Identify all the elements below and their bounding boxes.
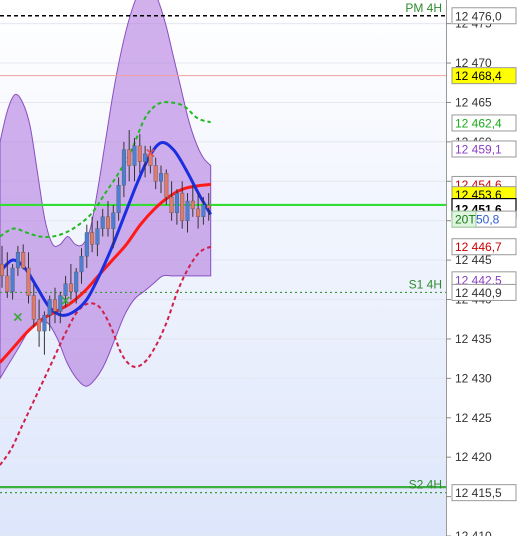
- candle-body[interactable]: [42, 315, 47, 332]
- y-tick-label: 12 410: [455, 529, 492, 536]
- candle-body[interactable]: [190, 200, 195, 210]
- signal-marker: ×: [60, 293, 72, 309]
- candle-body[interactable]: [169, 196, 174, 214]
- price-tag-label: 12 459,1: [455, 142, 502, 156]
- candle-body[interactable]: [174, 192, 179, 214]
- candle-body[interactable]: [111, 212, 116, 229]
- candle-body[interactable]: [74, 271, 79, 292]
- candle-body[interactable]: [180, 192, 185, 221]
- candle-body[interactable]: [21, 252, 26, 269]
- price-tag-label: 12 476,0: [455, 9, 502, 23]
- candle-body[interactable]: [105, 216, 110, 229]
- y-tick-label: 12 420: [455, 450, 492, 464]
- candle-body[interactable]: [31, 295, 36, 320]
- candle-body[interactable]: [79, 255, 84, 273]
- candle-body[interactable]: [164, 173, 169, 198]
- candle-body[interactable]: [26, 267, 31, 296]
- candle-body[interactable]: [0, 263, 4, 277]
- candle-body[interactable]: [121, 149, 126, 186]
- price-tag-label: 12 440,9: [455, 286, 502, 300]
- candle-body[interactable]: [95, 228, 100, 245]
- y-tick-label: 12 430: [455, 371, 492, 385]
- level-label: S2 4H: [409, 478, 442, 492]
- candle-body[interactable]: [84, 232, 89, 257]
- y-tick-label: 12 425: [455, 411, 492, 425]
- timer-badge-label: 20T: [455, 213, 476, 227]
- candle-body[interactable]: [201, 204, 206, 217]
- y-tick-label: 12 435: [455, 332, 492, 346]
- signal-marker: ×: [12, 310, 24, 326]
- candle-body[interactable]: [127, 149, 132, 166]
- candle-body[interactable]: [53, 299, 58, 312]
- price-tag-label: 12 415,5: [455, 486, 502, 500]
- candle-body[interactable]: [153, 165, 158, 182]
- candle-body[interactable]: [68, 283, 73, 292]
- signal-marker: ×: [145, 146, 157, 162]
- candle-body[interactable]: [90, 232, 95, 245]
- candle-body[interactable]: [132, 145, 137, 166]
- y-tick-label: 12 465: [455, 95, 492, 109]
- candle-body[interactable]: [10, 267, 15, 292]
- candle-body[interactable]: [100, 216, 105, 229]
- price-tag-label: 12 468,4: [455, 69, 502, 83]
- candle-body[interactable]: [185, 200, 190, 221]
- price-tag-label: 12 446,7: [455, 240, 502, 254]
- level-label: S1 4H: [409, 277, 442, 291]
- candle-body[interactable]: [206, 204, 211, 209]
- price-tag-label: 50,8: [476, 213, 500, 227]
- candle-body[interactable]: [158, 173, 163, 182]
- candle-body[interactable]: [37, 319, 42, 332]
- candle-body[interactable]: [116, 185, 121, 214]
- candle-body[interactable]: [5, 275, 10, 292]
- candle-body[interactable]: [196, 208, 201, 217]
- candle-body[interactable]: [47, 299, 52, 316]
- price-chart[interactable]: PM 4HS1 4HS2 4H ××× 12 41012 41512 42012…: [0, 0, 517, 536]
- candle-body[interactable]: [15, 252, 20, 269]
- level-label: PM 4H: [405, 1, 442, 15]
- price-tag-label: 12 462,4: [455, 116, 502, 130]
- candle-body[interactable]: [137, 145, 142, 162]
